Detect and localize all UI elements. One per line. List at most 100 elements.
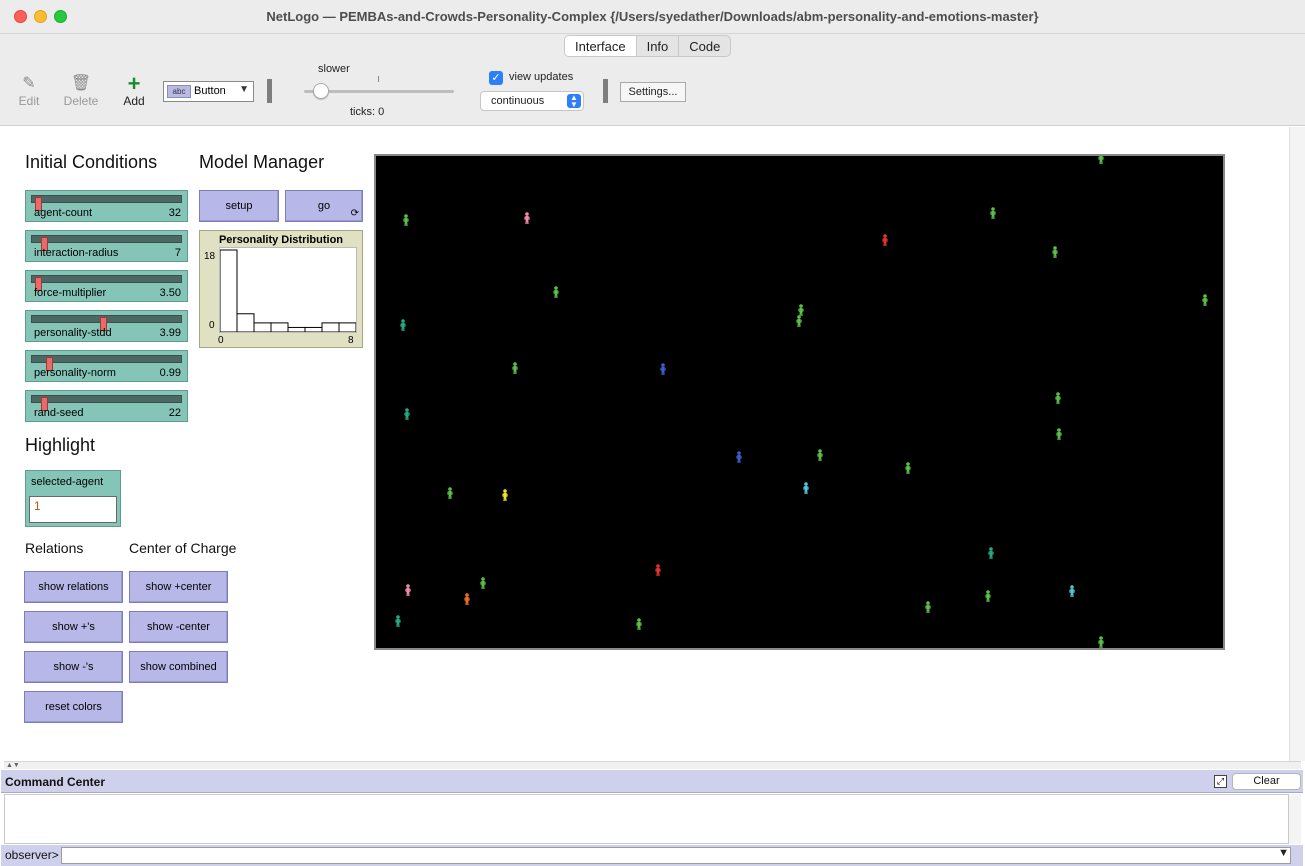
widget-type-select[interactable]: abc Button ▼ [163,81,254,102]
settings-button[interactable]: Settings... [620,82,686,102]
tab-info[interactable]: Info [637,36,680,56]
toolbar-separator [603,79,608,103]
histogram-bar [304,326,323,333]
stepper-icon: ▲ ▼ [567,94,581,109]
show-neg-center-button[interactable]: show -center [129,611,228,643]
agent-person-icon [1056,428,1062,440]
slider-agent-count[interactable]: agent-count 32 [25,190,188,222]
agent-person-icon [524,212,530,224]
button-widget-icon: abc [167,85,191,98]
histogram-bar [253,322,272,333]
selected-agent-field[interactable]: 1 [29,496,117,523]
view-updates-checkbox[interactable]: ✓ [489,71,503,85]
slider-rail[interactable] [31,355,182,371]
pencil-icon: ✎ [22,75,36,92]
slider-rail[interactable] [31,275,182,291]
slider-value: 3.99 [159,327,181,339]
agent-person-icon [905,462,911,474]
output-scrollbar[interactable] [1289,794,1301,844]
setup-button[interactable]: setup [199,190,279,222]
agent-person-icon [502,489,508,501]
slider-value: 32 [168,207,181,219]
slider-name: force-multiplier [34,287,107,299]
command-center-header: Command Center ⤢ Clear [1,770,1303,793]
heading-initial-conditions: Initial Conditions [25,152,158,172]
slider-interaction-radius[interactable]: interaction-radius 7 [25,230,188,262]
input-name: selected-agent [31,476,104,488]
show-combined-button[interactable]: show combined [129,651,228,683]
histogram-bar [219,249,238,333]
forever-icon: ⟳ [350,208,359,219]
slider-rail[interactable] [31,315,182,331]
agent-person-icon [1052,246,1058,258]
edit-label: Edit [18,94,40,108]
command-input[interactable] [61,847,1291,864]
speed-slider-knob[interactable] [313,83,329,99]
command-input-row: observer> ▼ [1,845,1303,866]
view-updates-label: view updates [509,71,574,83]
edit-button[interactable]: ✎ Edit [9,74,49,108]
pane-splitter[interactable]: ▲▼ [4,761,1301,769]
agent-person-icon [817,449,823,461]
speed-center-tick [378,76,379,82]
title-bar: NetLogo — PEMBAs-and-Crowds-Personality-… [0,0,1305,34]
toolbar-separator [267,79,272,103]
go-label: go [317,200,331,212]
agent-person-icon [636,618,642,630]
slider-force-multiplier[interactable]: force-multiplier 3.50 [25,270,188,302]
toolbar: Interface Info Code ✎ Edit 🗑 Delete + Ad… [0,34,1305,126]
agent-person-icon [404,408,410,420]
plot-x-max: 8 [348,335,354,346]
heading-relations: Relations [25,540,84,556]
clear-button[interactable]: Clear [1232,773,1301,790]
slider-rail[interactable] [31,395,182,411]
slider-value: 0.99 [159,367,181,379]
ticks-counter: ticks: 0 [350,106,385,118]
world-canvas[interactable] [376,156,1223,648]
agent-person-icon [985,590,991,602]
slider-rand-seed[interactable]: rand-seed 22 [25,390,188,422]
show-relations-button[interactable]: show relations [24,571,123,603]
expand-icon[interactable]: ⤢ [1214,775,1227,788]
agent-person-icon [405,584,411,596]
delete-button[interactable]: 🗑 Delete [61,74,101,108]
chevron-down-icon[interactable]: ▼ [1278,847,1289,859]
world-view[interactable] [374,154,1225,650]
go-button[interactable]: go ⟳ [285,190,363,222]
slider-rail[interactable] [31,235,182,251]
slider-rail[interactable] [31,195,182,211]
heading-center-of-charge: Center of Charge [129,540,237,556]
show-positives-button[interactable]: show +'s [24,611,123,643]
trash-icon: 🗑 [70,75,92,92]
agent-person-icon [1098,156,1104,164]
show-pos-center-button[interactable]: show +center [129,571,228,603]
selected-agent-input: selected-agent 1 [25,470,121,527]
update-mode-select[interactable]: continuous ▲ ▼ [480,91,584,111]
agent-person-icon [447,487,453,499]
agent-person-icon [1098,636,1104,648]
vertical-scrollbar[interactable] [1289,127,1305,761]
tab-code[interactable]: Code [679,36,730,56]
slider-personality-norm[interactable]: personality-norm 0.99 [25,350,188,382]
slider-personality-stdd[interactable]: personality-stdd 3.99 [25,310,188,342]
slider-name: rand-seed [34,407,84,419]
agent-person-icon [1055,392,1061,404]
agent-person-icon [655,564,661,576]
show-negatives-button[interactable]: show -'s [24,651,123,683]
chevron-down-icon: ▼ [239,84,249,95]
agent-person-icon [660,363,666,375]
slider-name: agent-count [34,207,93,219]
tab-interface[interactable]: Interface [565,36,637,56]
update-mode-value: continuous [491,95,545,107]
histogram-bar [321,322,340,333]
heading-model-manager: Model Manager [199,152,325,172]
histogram-bar [338,322,357,333]
histogram-bar [270,322,289,333]
histogram-bar [236,313,255,333]
plot-y-max: 18 [204,251,216,262]
histogram [219,249,357,333]
reset-colors-button[interactable]: reset colors [24,691,123,723]
add-button[interactable]: + Add [114,71,154,109]
plus-icon: + [127,71,141,96]
slider-name: interaction-radius [34,247,119,259]
